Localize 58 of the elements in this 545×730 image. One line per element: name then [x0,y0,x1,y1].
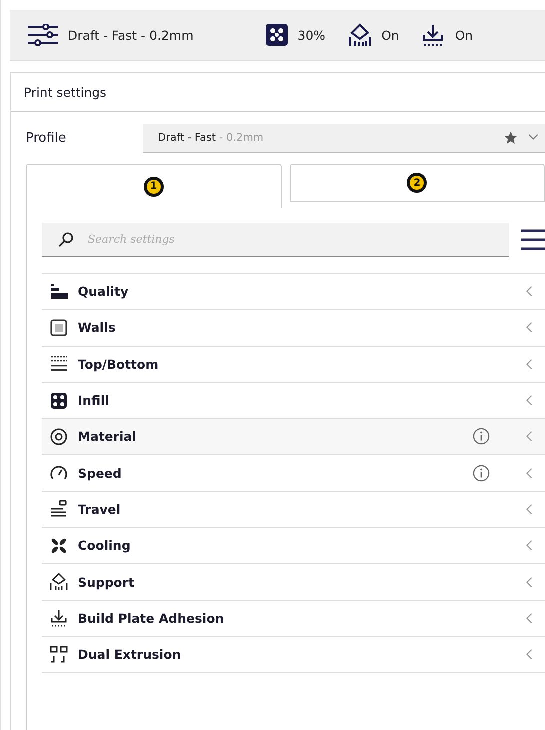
category-row[interactable]: Dual Extrusion [42,636,545,674]
chevron-left-icon [526,649,533,660]
chevron-left-icon [526,431,533,442]
category-label: Material [78,429,138,444]
info-icon[interactable] [473,464,490,482]
category-label: Quality [78,284,130,300]
sliders-icon[interactable] [28,24,58,46]
category-label: Build Plate Adhesion [78,610,226,626]
extruder-tab[interactable]: 1 [26,164,282,208]
adhesion-value: On [455,28,474,42]
category-row[interactable]: Walls [42,310,545,347]
category-row[interactable]: Build Plate Adhesion [42,600,545,637]
category-row[interactable]: Quality [42,274,545,310]
profile-label: Profile [26,130,68,146]
category-label: Cooling [78,538,132,554]
category-row[interactable]: Top/Bottom [42,346,545,383]
category-label: Top/Bottom [78,356,160,372]
chevron-left-icon [526,322,533,334]
category-label: Infill [78,393,110,408]
category-row[interactable]: Support [42,564,545,601]
checker-square-icon [50,392,68,410]
chevron-left-icon [526,395,533,406]
profile-dropdown[interactable]: Draft - Fast - 0.2mm [143,124,545,152]
dome-icon [50,573,68,592]
category-label: Dual Extrusion [78,647,182,662]
info-icon[interactable] [473,428,490,446]
category-row[interactable]: Material [42,419,545,456]
dotted-lines-icon [50,355,68,374]
tray-download-icon [50,609,68,628]
chevron-left-icon [526,358,533,370]
stairs-icon [50,282,68,301]
category-row[interactable]: Travel [42,492,545,528]
extruder-tab[interactable]: 2 [290,164,545,202]
category-row[interactable]: Speed [42,455,545,492]
chevron-left-icon [526,286,533,298]
chevron-left-icon [526,540,533,552]
chevron-left-icon [526,576,533,588]
category-label: Speed [78,466,123,481]
category-label: Travel [78,502,122,517]
star-icon[interactable] [504,130,518,144]
category-label: Walls [78,320,117,336]
gauge-icon [50,464,68,482]
category-row[interactable]: Cooling [42,528,545,564]
chevron-down-icon[interactable] [528,134,539,141]
support-value: On [382,28,400,42]
panel-title: Print settings [24,84,107,100]
profile-name[interactable]: Draft - Fast - 0.2mm [68,28,194,42]
chevron-left-icon [526,504,533,515]
chevron-left-icon [526,612,533,624]
dome-icon[interactable] [348,23,372,47]
tray-download-icon[interactable] [421,23,446,47]
checker-square-icon[interactable] [266,24,288,46]
chevron-left-icon [526,468,533,479]
infill-value: 30% [298,28,326,42]
search-field[interactable]: Search settings [42,223,509,257]
menu-icon[interactable] [521,229,545,251]
category-label: Support [78,574,136,590]
fan-icon [50,536,68,555]
